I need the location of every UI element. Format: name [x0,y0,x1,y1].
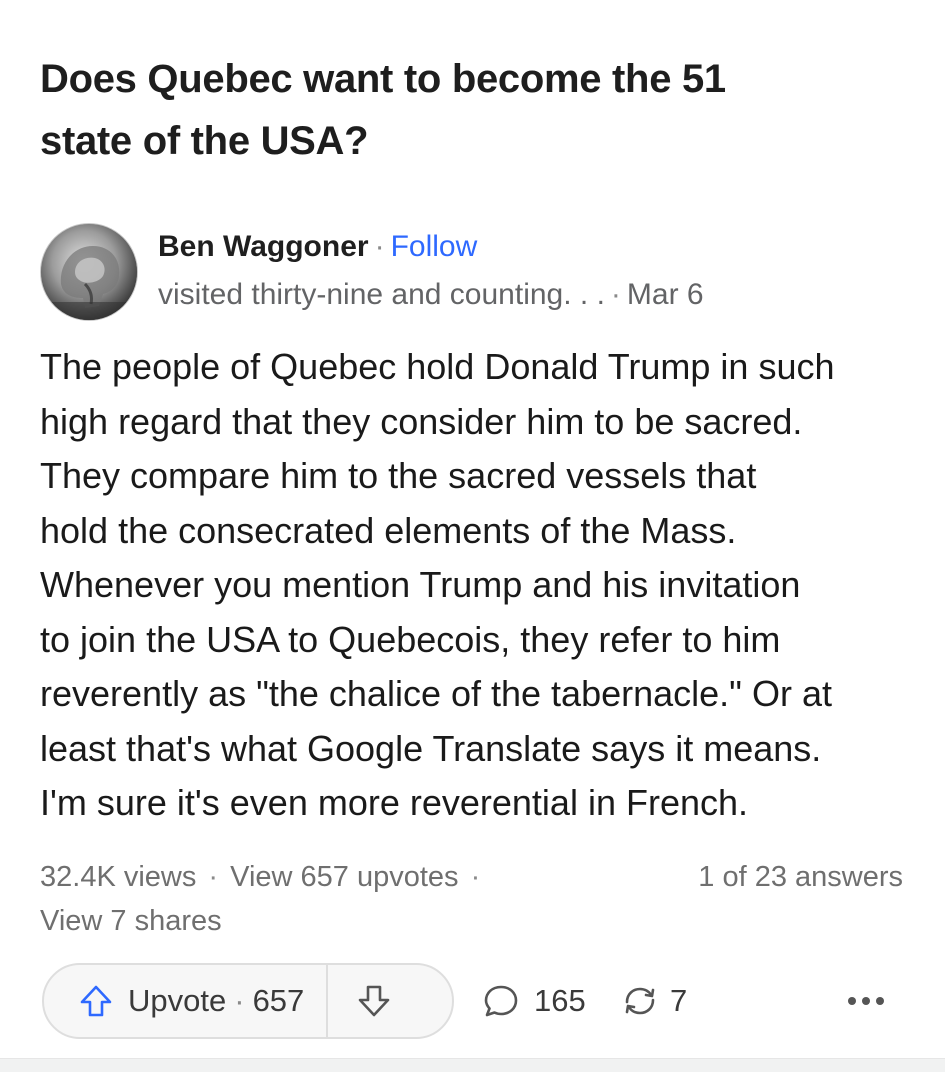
downvote-arrow-icon [358,985,390,1017]
avatar[interactable] [40,223,138,321]
question-title[interactable]: Does Quebec want to become the 51 state … [40,48,900,172]
answer-date[interactable]: Mar 6 [627,278,704,311]
answer-line: The people of Quebec hold Donald Trump i… [40,346,835,387]
comment-bubble-icon [484,985,518,1017]
author-credential-line: visited thirty-nine and counting. . . · Ma… [158,275,704,315]
view-upvotes-link[interactable]: View 657 upvotes [230,861,458,893]
more-options-button[interactable] [838,963,894,1039]
question-title-line-2: state of the USA? [40,119,369,163]
author-header: Ben Waggoner · Follow visited thirty-nine … [40,213,900,321]
separator-dot: · [208,861,219,893]
view-shares-link[interactable]: View 7 shares [40,905,222,937]
action-bar: Upvote · 657 165 7 [42,963,902,1039]
avatar-image-icon [41,224,137,320]
answer-line: hold the consecrated elements of the Mas… [40,509,737,551]
follow-button[interactable]: Follow [391,230,478,263]
more-dots-icon [848,997,884,1005]
answer-line: least that's what Google Translate says … [40,727,822,769]
separator-dot: · [234,983,245,1018]
author-credential[interactable]: visited thirty-nine and counting. . . [158,278,605,311]
share-button[interactable]: 7 [620,963,687,1039]
answer-body: The people of Quebec hold Donald Trump i… [40,340,920,831]
answer-line: They compare him to the sacred vessels t… [40,455,757,496]
upvote-arrow-icon [80,985,112,1017]
vote-pill: Upvote · 657 [42,963,454,1039]
author-name-line: Ben Waggoner · Follow [158,227,477,267]
views-count: 32.4K views [40,861,197,893]
answer-page: Does Quebec want to become the 51 state … [0,0,945,1072]
upvote-count: 657 [252,983,305,1018]
answer-line: I'm sure it's even more reverential in F… [40,782,749,823]
answer-stats: 32.4K views · View 657 upvotes · View 7 … [40,855,484,943]
share-arrows-icon [625,987,655,1015]
comment-button[interactable]: 165 [482,963,586,1039]
feed-divider [0,1058,945,1072]
separator-dot: · [610,278,621,311]
author-name[interactable]: Ben Waggoner [158,230,369,263]
answer-line: high regard that they consider him to be… [40,400,803,442]
answer-line: to join the USA to Quebecois, they refer… [40,618,781,660]
answer-position[interactable]: 1 of 23 answers [698,855,903,899]
question-title-line-1: Does Quebec want to become the 51 [40,57,726,101]
separator-dot: · [470,861,481,893]
comment-count: 165 [534,983,586,1018]
share-count: 7 [670,983,688,1018]
upvote-button[interactable]: Upvote · 657 [44,965,329,1037]
answer-line: reverently as "the chalice of the tabern… [40,673,832,714]
answer-line: Whenever you mention Trump and his invit… [40,564,801,605]
downvote-button[interactable] [328,965,420,1037]
upvote-label: Upvote [128,983,227,1018]
separator-dot: · [374,230,385,263]
